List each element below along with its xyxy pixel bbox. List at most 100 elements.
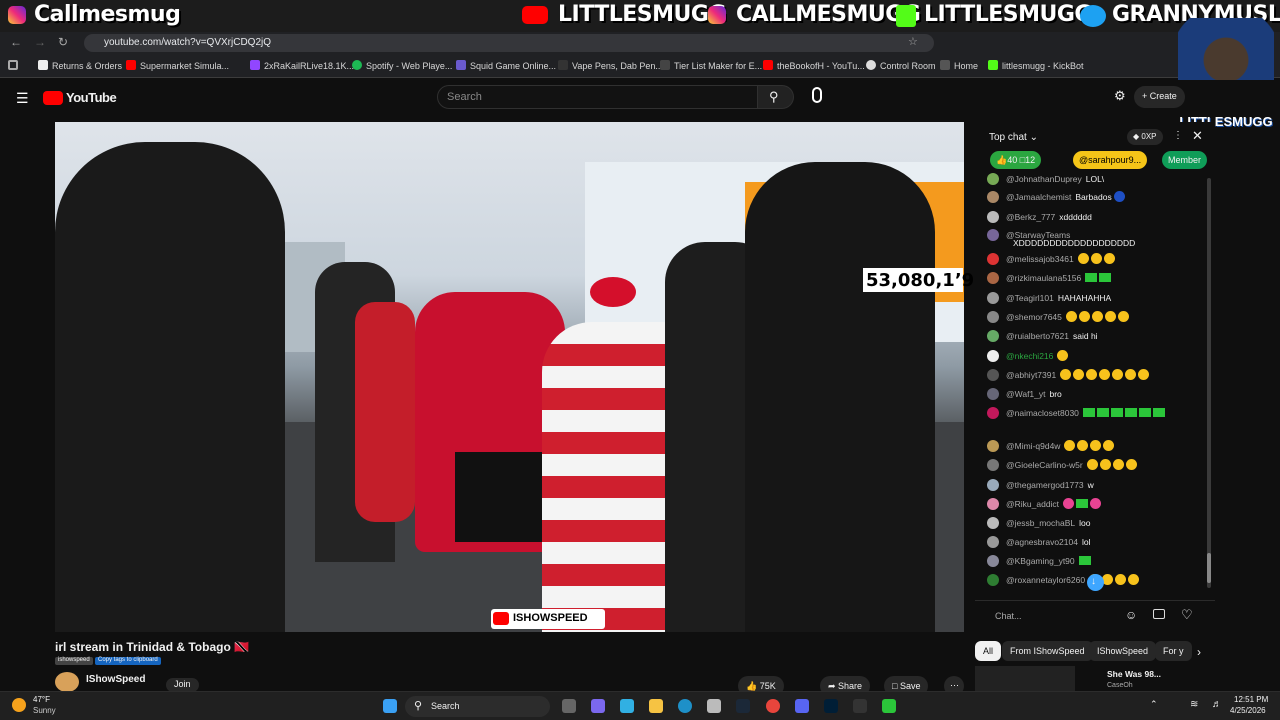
- menu-icon[interactable]: ☰: [16, 90, 29, 107]
- search-input[interactable]: Search: [437, 85, 758, 109]
- create-button[interactable]: + Create: [1134, 86, 1185, 108]
- task-view-icon[interactable]: [562, 699, 576, 713]
- bookmark-item[interactable]: Returns & Orders: [38, 60, 122, 71]
- chip-for-you[interactable]: For y: [1155, 641, 1192, 661]
- super-chat-icon[interactable]: [1153, 609, 1165, 619]
- video-title: irl stream in Trinidad & Tobago 🇹🇹: [55, 640, 250, 654]
- bookmark-item[interactable]: Control Room: [866, 60, 936, 71]
- chat-message: @jessb_mochaBL loo: [987, 517, 1090, 529]
- cast-icon[interactable]: ⚙: [1114, 88, 1126, 104]
- browser-toolbar: ← → ↻ youtube.com/watch?v=QVXrjCDQ2jQ ☆: [0, 32, 1280, 54]
- bookmark-item[interactable]: Supermarket Simula...: [126, 60, 229, 71]
- bookmark-item[interactable]: theBookofH - YouTu...: [763, 60, 865, 71]
- taskbar-search[interactable]: ⚲ Search: [405, 696, 550, 717]
- join-button[interactable]: Join: [166, 678, 199, 692]
- tray-chevron-icon[interactable]: ⌃: [1150, 699, 1158, 710]
- photoshop-icon[interactable]: [824, 699, 838, 713]
- weather-sun-icon[interactable]: [12, 698, 26, 712]
- person-bodyguard-left: [55, 142, 285, 632]
- chat-input[interactable]: Chat...: [995, 611, 1022, 621]
- bookmark-item[interactable]: Spotify - Web Playe...: [352, 60, 452, 71]
- apps-icon[interactable]: [8, 60, 18, 70]
- search-icon: ⚲: [414, 700, 423, 712]
- bookmark-item[interactable]: Vape Pens, Dab Pen...: [558, 60, 663, 71]
- chat-message: @KBgaming_yt90: [987, 555, 1093, 567]
- store-icon[interactable]: [707, 699, 721, 713]
- instagram-icon: [708, 6, 726, 24]
- chrome-icon[interactable]: [766, 699, 780, 713]
- search-button[interactable]: ⚲: [758, 85, 794, 109]
- bookmarks-bar: Returns & Orders Supermarket Simula... 2…: [0, 54, 1280, 78]
- related-thumbnail[interactable]: [975, 666, 1075, 691]
- mic-icon[interactable]: [812, 87, 822, 103]
- more-options-icon[interactable]: ⋮: [1173, 130, 1183, 141]
- bookmark-star-icon[interactable]: ☆: [908, 35, 918, 48]
- forward-icon[interactable]: →: [34, 35, 46, 49]
- chat-message: @ruialberto7621 said hi: [987, 330, 1098, 342]
- steam-icon[interactable]: [736, 699, 750, 713]
- wifi-icon[interactable]: ≋: [1190, 699, 1198, 710]
- kick-icon: [896, 5, 916, 27]
- chip-all[interactable]: All: [975, 641, 1002, 661]
- chat-input-area: Chat... ☺ ♡: [975, 600, 1215, 632]
- channel-avatar[interactable]: [55, 672, 79, 692]
- taskbar: 47°F Sunny ⚲ Search ⌃ ≋ ♬ 12:51 PM 4/25/2…: [0, 691, 1280, 720]
- chat-scrollbar[interactable]: [1207, 178, 1211, 588]
- close-icon[interactable]: ✕: [1192, 128, 1203, 144]
- chat-mode-dropdown[interactable]: Top chat ⌄: [989, 132, 1038, 143]
- chat-message: @nkechi216: [987, 350, 1070, 362]
- tag-chip[interactable]: ishowspeed: [55, 657, 93, 665]
- youtube-icon: [522, 6, 548, 24]
- chat-message: @Teagirl101 HAHAHAHHA: [987, 292, 1111, 304]
- back-icon[interactable]: ←: [10, 35, 22, 49]
- chat-message: @thegamergod1773 w: [987, 479, 1094, 491]
- ticker-pill[interactable]: 👍40 □12: [990, 151, 1042, 169]
- volume-icon[interactable]: ♬: [1212, 699, 1222, 710]
- chat-message: @Berkz_777 xdddddd: [987, 211, 1092, 223]
- windows-start-icon[interactable]: [383, 699, 397, 713]
- overlay-social-instagram: CALLMESMUGG: [736, 2, 921, 27]
- copilot-icon[interactable]: [620, 699, 634, 713]
- heart-icon[interactable]: ♡: [1181, 607, 1193, 623]
- chat-message: @melissajob3461: [987, 253, 1117, 265]
- bookmark-item[interactable]: 2xRaKailRLive18.1K...: [250, 60, 354, 71]
- clock-date[interactable]: 4/25/2026: [1230, 706, 1266, 715]
- teams-icon[interactable]: [591, 699, 605, 713]
- viewer-counter-overlay: 53,080,1ʼ9: [863, 268, 974, 292]
- bookmark-item[interactable]: Home: [940, 60, 978, 71]
- app-icon[interactable]: [882, 699, 896, 713]
- ticker-pill[interactable]: @sarahpour9...: [1073, 151, 1148, 169]
- chat-scrollbar-thumb[interactable]: [1207, 553, 1211, 583]
- scroll-down-button[interactable]: ↓: [1087, 574, 1104, 591]
- chevron-right-icon[interactable]: ›: [1197, 645, 1201, 659]
- address-bar[interactable]: youtube.com/watch?v=QVXrjCDQ2jQ: [84, 34, 934, 52]
- youtube-logo-icon[interactable]: [43, 91, 63, 105]
- youtube-logo-text[interactable]: YouTube: [66, 90, 117, 105]
- chat-message: @Jamaalchemist Barbados: [987, 191, 1127, 203]
- related-channel: CaseOh: [1107, 682, 1133, 689]
- reload-icon[interactable]: ↻: [58, 35, 68, 49]
- clock-time[interactable]: 12:51 PM: [1234, 695, 1268, 704]
- discord-icon[interactable]: [795, 699, 809, 713]
- channel-name[interactable]: IShowSpeed: [86, 674, 145, 685]
- edge-icon[interactable]: [678, 699, 692, 713]
- file-explorer-icon[interactable]: [649, 699, 663, 713]
- app-icon[interactable]: [853, 699, 867, 713]
- bookmark-item[interactable]: littlesmugg - KickBot: [988, 60, 1084, 71]
- weather-temp[interactable]: 47°F: [33, 695, 50, 704]
- related-title[interactable]: She Was 98...: [1107, 669, 1161, 679]
- xp-badge[interactable]: ◆ 0XP: [1127, 129, 1163, 145]
- chip-from-ishowspeed[interactable]: From IShowSpeed: [1002, 641, 1093, 661]
- copy-tags-button[interactable]: Copy tags to clipboard: [95, 657, 161, 665]
- red-mask-shape: [590, 277, 636, 307]
- bookmark-item[interactable]: Squid Game Online...: [456, 60, 556, 71]
- video-player[interactable]: ISHOWSPEED: [55, 122, 964, 632]
- chat-message: @rizkimaulana5156: [987, 272, 1113, 284]
- chat-message: @Riku_addict: [987, 498, 1103, 510]
- bookmark-item[interactable]: Tier List Maker for E...: [660, 60, 762, 71]
- chip-ishowspeed[interactable]: IShowSpeed: [1089, 641, 1157, 661]
- chat-message: @Waf1_yt bro: [987, 388, 1062, 400]
- overlay-brand: Callmesmug: [34, 2, 181, 27]
- ticker-pill[interactable]: Member: [1162, 151, 1208, 169]
- emoji-icon[interactable]: ☺: [1125, 608, 1137, 622]
